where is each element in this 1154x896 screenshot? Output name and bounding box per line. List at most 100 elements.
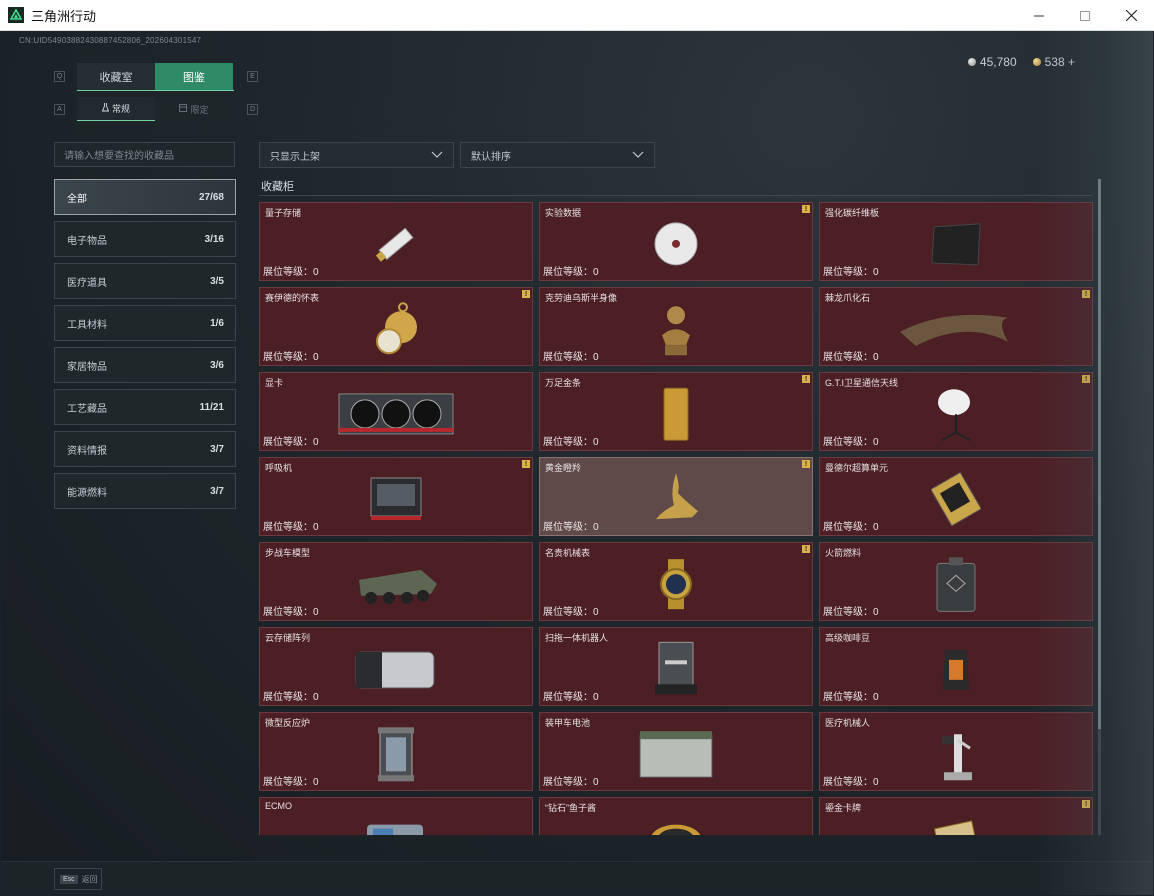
collection-card[interactable]: 云存储阵列 展位等级：0 [259, 627, 533, 706]
medical-robot-icon [934, 726, 978, 782]
category-list: 全部 27/68 电子物品 3/16 医疗道具 3/5 工具材料 1/6 家居物… [54, 179, 236, 515]
coffee-bag-icon [939, 645, 973, 691]
tab-catalog[interactable]: 图鉴 [155, 63, 233, 90]
new-badge-icon: ! [802, 460, 810, 468]
card-item-name: G.T.I卫星通信天线 [825, 378, 899, 388]
collection-card[interactable]: 万足金条! 展位等级：0 [539, 372, 813, 451]
scrollbar-thumb[interactable] [1098, 179, 1101, 729]
collection-card[interactable]: 呼吸机! 展位等级：0 [259, 457, 533, 536]
close-icon[interactable] [1108, 0, 1154, 31]
collection-card[interactable]: 显卡 展位等级：0 [259, 372, 533, 451]
card-display-level: 展位等级：0 [263, 607, 319, 618]
collection-card[interactable]: 黄金瞪羚! 展位等级：0 [539, 457, 813, 536]
main-tabs: 收藏室 图鉴 [77, 63, 234, 91]
category-count: 1/6 [210, 317, 224, 329]
card-display-level: 展位等级：0 [823, 607, 879, 618]
back-button[interactable]: Esc 返回 [54, 868, 102, 890]
filter-dropdown[interactable]: 只显示上架 [259, 142, 454, 168]
card-display-level: 展位等级：0 [263, 777, 319, 788]
card-display-level: 展位等级：0 [823, 522, 879, 533]
window-controls [1016, 0, 1154, 31]
collection-card[interactable]: 高级咖啡豆展位等级：0 [819, 627, 1093, 706]
new-badge-icon: ! [1082, 375, 1090, 383]
card-display-level: 展位等级：0 [263, 522, 319, 533]
collection-card[interactable]: 克劳迪乌斯半身像 展位等级：0 [539, 287, 813, 366]
card-item-name: 呼吸机 [265, 463, 293, 473]
collection-card[interactable]: 扫拖一体机器人 展位等级：0 [539, 627, 813, 706]
category-household[interactable]: 家居物品 3/6 [54, 347, 236, 383]
category-label: 工具材料 [67, 319, 107, 331]
category-label: 能源燃料 [67, 487, 107, 499]
card-item-name: ECMO [265, 801, 292, 811]
category-count: 11/21 [199, 401, 224, 413]
collection-card[interactable]: 火箭燃料 展位等级：0 [819, 542, 1093, 621]
category-crafts[interactable]: 工艺藏品 11/21 [54, 389, 236, 425]
collection-card[interactable]: 医疗机械人 展位等级：0 [819, 712, 1093, 791]
silver-amount: 45,780 [979, 55, 1017, 69]
collection-card[interactable]: 实验数据! 展位等级：0 [539, 202, 813, 281]
category-count: 3/6 [210, 359, 224, 371]
collection-card[interactable]: 装甲车电池 展位等级：0 [539, 712, 813, 791]
sort-dropdown[interactable]: 默认排序 [460, 142, 655, 168]
category-count: 3/5 [210, 275, 224, 287]
bottom-bar: Esc 返回 [1, 861, 1153, 895]
collection-card[interactable]: 步战车模型 展位等级：0 [259, 542, 533, 621]
chevron-down-icon [632, 150, 644, 161]
subtab-regular-label: 常规 [111, 104, 130, 114]
category-tools[interactable]: 工具材料 1/6 [54, 305, 236, 341]
collection-card[interactable]: 曼德尔超算单元 展位等级：0 [819, 457, 1093, 536]
card-display-level: 展位等级：0 [823, 692, 879, 703]
category-intel[interactable]: 资料情报 3/7 [54, 431, 236, 467]
gold-bar-icon [662, 386, 690, 442]
key-hint-e: E [247, 71, 258, 82]
card-display-level: 展位等级：0 [263, 267, 319, 278]
collection-card[interactable]: 赛伊德的怀表! 展位等级：0 [259, 287, 533, 366]
collection-card[interactable]: ECMO [259, 797, 533, 835]
satellite-dish-icon [932, 386, 980, 442]
cpu-board-icon [931, 471, 981, 526]
card-item-name: 云存储阵列 [265, 633, 311, 643]
collection-card[interactable]: G.T.I卫星通信天线! 展位等级：0 [819, 372, 1093, 451]
collection-card[interactable]: 棘龙爪化石! 展位等级：0 [819, 287, 1093, 366]
silver-coin-icon [967, 58, 976, 66]
card-item-name: 强化碳纤维板 [825, 208, 880, 218]
minimize-icon[interactable] [1016, 0, 1062, 31]
claw-fossil-icon [896, 305, 1016, 351]
collection-grid: 量子存储 展位等级：0 实验数据! 展位等级：0 强化碳纤维板 展位等级：0 赛伊德的怀表!… [259, 202, 1095, 835]
category-medical[interactable]: 医疗道具 3/5 [54, 263, 236, 299]
collection-card[interactable]: 微型反应炉展位等级：0 [259, 712, 533, 791]
card-item-name: “钻石”鱼子酱 [545, 803, 596, 813]
window-titlebar: 三角洲行动 [0, 0, 1154, 31]
new-badge-icon: ! [1082, 800, 1090, 808]
tab-collection-room[interactable]: 收藏室 [77, 63, 155, 90]
sub-tabs: 常规 限定 [77, 97, 234, 121]
card-item-name: 微型反应炉 [265, 718, 311, 728]
card-item-name: 高级咖啡豆 [825, 633, 871, 643]
category-all[interactable]: 全部 27/68 [54, 179, 236, 215]
category-count: 3/7 [210, 485, 224, 497]
category-electronics[interactable]: 电子物品 3/16 [54, 221, 236, 257]
currency-display: 45,780 538 + [967, 55, 1075, 69]
gold-amount: 538 + [1044, 55, 1075, 69]
collection-card[interactable]: 鎏金卡牌! [819, 797, 1093, 835]
subtab-limited[interactable]: 限定 [155, 97, 233, 121]
card-item-name: 克劳迪乌斯半身像 [545, 293, 618, 303]
card-item-name: 实验数据 [545, 208, 582, 218]
collection-card[interactable]: 名贵机械表! 展位等级：0 [539, 542, 813, 621]
category-label: 资料情报 [67, 445, 107, 457]
card-display-level: 展位等级：0 [543, 777, 599, 788]
maximize-icon[interactable] [1062, 0, 1108, 31]
ventilator-icon [367, 474, 425, 524]
card-item-name: 赛伊德的怀表 [265, 293, 320, 303]
collection-card[interactable]: 强化碳纤维板 展位等级：0 [819, 202, 1093, 281]
collection-card[interactable]: 量子存储 展位等级：0 [259, 202, 533, 281]
card-item-name: 显卡 [265, 378, 284, 388]
card-display-level: 展位等级：0 [543, 267, 599, 278]
search-input[interactable]: 请输入想要查找的收藏品 [54, 142, 235, 167]
chevron-down-icon [431, 150, 443, 161]
gold-currency[interactable]: 538 + [1032, 55, 1075, 69]
category-energy[interactable]: 能源燃料 3/7 [54, 473, 236, 509]
subtab-regular[interactable]: 常规 [77, 97, 155, 121]
collection-card[interactable]: “钻石”鱼子酱 [539, 797, 813, 835]
category-label: 全部 [67, 193, 87, 205]
